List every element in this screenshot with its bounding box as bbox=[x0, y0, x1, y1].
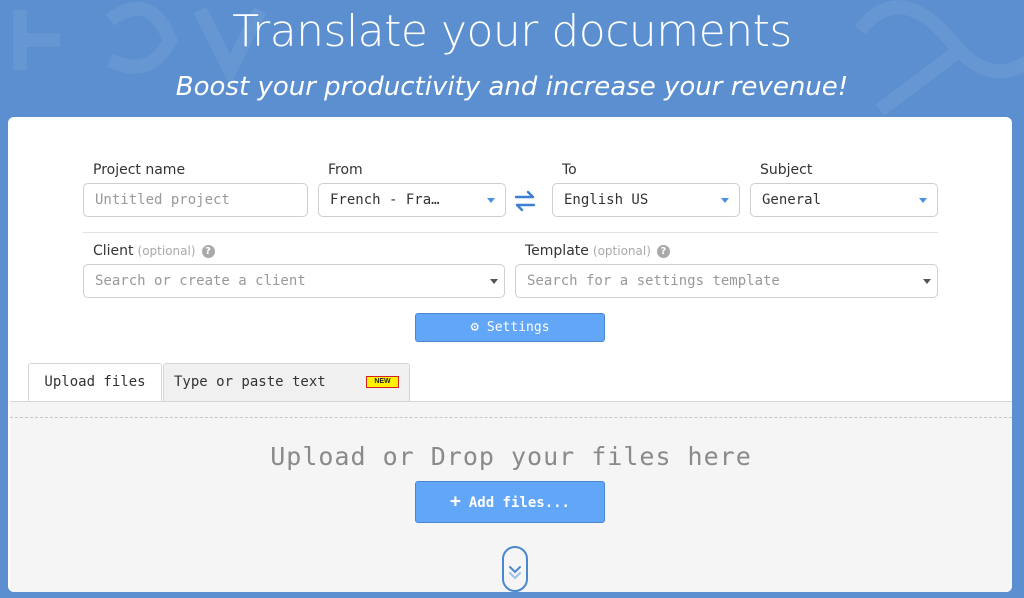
client-select[interactable]: Search or create a client bbox=[83, 264, 505, 298]
caret-down-icon bbox=[919, 198, 927, 203]
project-name-label: Project name bbox=[93, 162, 186, 178]
tab-type-or-paste-text[interactable]: Type or paste text NEW bbox=[163, 363, 410, 401]
file-dropzone[interactable]: Upload or Drop your files here + Add file… bbox=[10, 401, 1012, 592]
caret-down-icon bbox=[721, 198, 729, 203]
client-label: Client (optional)? bbox=[93, 243, 215, 259]
to-language-select[interactable]: English US bbox=[552, 183, 740, 217]
add-files-button[interactable]: + Add files... bbox=[415, 481, 605, 523]
hero-title: Translate your documents bbox=[232, 6, 792, 57]
tab-type-or-paste-label: Type or paste text bbox=[174, 374, 326, 390]
caret-down-icon bbox=[490, 279, 498, 284]
tab-upload-files[interactable]: Upload files bbox=[28, 363, 162, 401]
client-optional-text: (optional) bbox=[137, 244, 196, 258]
tab-upload-files-label: Upload files bbox=[44, 374, 146, 390]
new-badge: NEW bbox=[366, 376, 399, 388]
to-label: To bbox=[562, 162, 577, 178]
add-files-label: Add files... bbox=[468, 495, 570, 511]
subject-select[interactable]: General bbox=[750, 183, 938, 217]
template-select[interactable]: Search for a settings template bbox=[515, 264, 938, 298]
help-icon[interactable]: ? bbox=[201, 244, 215, 258]
template-label-text: Template bbox=[525, 243, 589, 259]
caret-down-icon bbox=[923, 279, 931, 284]
settings-button[interactable]: ⚙ Settings bbox=[415, 313, 605, 342]
chevron-down-icon bbox=[509, 566, 521, 580]
project-name-input[interactable] bbox=[83, 183, 308, 217]
from-language-value: French - Fra… bbox=[330, 192, 440, 208]
form-divider bbox=[83, 232, 938, 233]
dropzone-area: Upload or Drop your files here + Add file… bbox=[10, 417, 1012, 593]
gear-icon: ⚙ bbox=[470, 319, 479, 335]
swap-arrows-icon[interactable] bbox=[512, 188, 538, 214]
template-optional-text: (optional) bbox=[592, 244, 651, 258]
template-label: Template (optional)? bbox=[525, 243, 670, 259]
hero-subtitle: Boost your productivity and increase you… bbox=[175, 72, 849, 102]
drop-instructions: Upload or Drop your files here bbox=[270, 442, 752, 471]
from-label: From bbox=[328, 162, 363, 178]
caret-down-icon bbox=[487, 198, 495, 203]
help-icon[interactable]: ? bbox=[656, 244, 670, 258]
plus-icon: + bbox=[450, 491, 461, 512]
from-language-select[interactable]: French - Fra… bbox=[318, 183, 506, 217]
template-placeholder: Search for a settings template bbox=[527, 273, 780, 289]
settings-button-label: Settings bbox=[486, 320, 550, 335]
scroll-down-button[interactable] bbox=[502, 546, 528, 592]
subject-value: General bbox=[762, 192, 822, 208]
subject-label: Subject bbox=[760, 162, 813, 178]
to-language-value: English US bbox=[564, 192, 649, 208]
client-label-text: Client bbox=[93, 243, 134, 259]
client-placeholder: Search or create a client bbox=[95, 273, 306, 289]
